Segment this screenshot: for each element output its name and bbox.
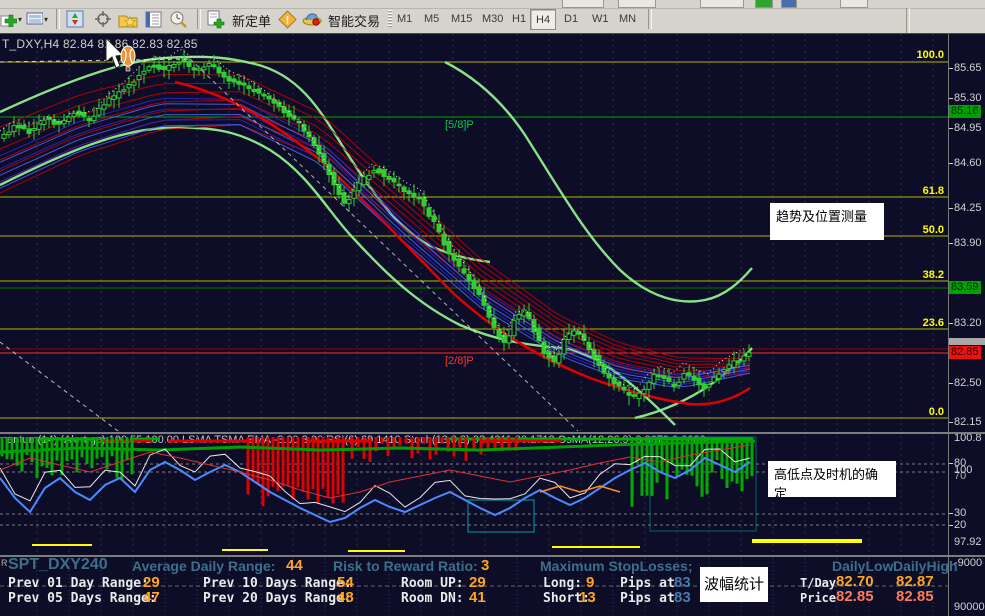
- stats-corner-mark: R: [1, 558, 8, 568]
- tf-mn-button[interactable]: MN: [614, 9, 641, 28]
- new-order-icon[interactable]: [205, 9, 227, 29]
- stats-symbol: SPT_DXY240: [8, 556, 108, 574]
- fib-label-500: 50.0: [896, 224, 944, 236]
- murrey-58-label: [5/8]P: [445, 119, 474, 131]
- level-price-tag-upper: 85.16: [949, 105, 981, 118]
- pips-at-short-label: Pips at: [620, 591, 675, 606]
- toolbar: ▾ ▾ 新定单 ! 智能交易: [0, 0, 985, 34]
- pane-separator[interactable]: [0, 432, 985, 434]
- fib-label-236: 23.6: [896, 317, 944, 329]
- short-value: 13: [579, 589, 596, 606]
- pips-at-long-label: Pips at: [620, 576, 675, 591]
- p20-value: 48: [337, 589, 354, 606]
- crosshair-icon[interactable]: [92, 9, 114, 29]
- new-chart-icon[interactable]: ▾: [0, 9, 22, 29]
- fib-label-382: 38.2: [896, 269, 944, 281]
- expert-advisors-icon[interactable]: [301, 9, 323, 29]
- fib-label-618: 61.8: [896, 185, 944, 197]
- toolbar-separator: [648, 9, 652, 29]
- fib-label-000: 0.0: [896, 406, 944, 418]
- annotation-timing: 高低点及时机的确定: [768, 461, 896, 497]
- clipped-widget: [618, 0, 656, 8]
- axis-tick: 82.50: [954, 377, 982, 389]
- p20-label: Prev 20 Days Range:: [203, 591, 352, 606]
- long-label: Long:: [543, 576, 582, 591]
- tday-label: T/Day: [800, 576, 836, 590]
- tf-m5-button[interactable]: M5: [419, 9, 444, 28]
- tf-w1-button[interactable]: W1: [587, 9, 614, 28]
- price-label: Price: [800, 591, 836, 605]
- p01-label: Prev 01 Day Range:: [8, 576, 149, 591]
- roomup-label: Room UP:: [401, 576, 464, 591]
- murrey-28-label: [2/8]P: [445, 355, 474, 367]
- alerts-icon[interactable]: !: [276, 9, 298, 29]
- maxsl-label: Maximum StopLosses;: [540, 558, 692, 574]
- clipped-widget: [755, 0, 773, 8]
- axis-tick: 85.30: [954, 92, 982, 104]
- dailylow-header: DailyLow: [832, 558, 893, 574]
- mt4-window: ▾ ▾ 新定单 ! 智能交易: [0, 0, 985, 616]
- dailyhigh-header: DailyHigh: [893, 558, 958, 574]
- toolbar-edge: [906, 8, 910, 33]
- tf-h4-button[interactable]: H4: [530, 9, 556, 30]
- auto-scroll-icon[interactable]: [64, 9, 86, 29]
- price-axis[interactable]: 85.65 85.30 84.95 84.60 84.25 83.90 83.2…: [948, 33, 985, 616]
- expert-advisors-button[interactable]: 智能交易: [328, 11, 380, 30]
- pane-separator[interactable]: [0, 555, 985, 557]
- axis-tick: 84.25: [954, 202, 982, 214]
- toolbar-separator: [56, 9, 60, 29]
- favorites-icon[interactable]: [117, 9, 139, 29]
- history-center-icon[interactable]: [167, 9, 189, 29]
- new-order-button[interactable]: 新定单: [232, 11, 271, 30]
- adr-value: 44: [286, 557, 303, 574]
- tf-m1-button[interactable]: M1: [392, 9, 417, 28]
- roomdn-value: 41: [469, 589, 486, 606]
- ind-axis-label: 97.92: [954, 536, 982, 548]
- axis-tick: 84.95: [954, 122, 982, 134]
- axis-tick: 85.65: [954, 62, 982, 74]
- clipped-widget: [781, 0, 797, 8]
- ind-axis-label: 70: [954, 470, 966, 482]
- clipped-widget: [562, 0, 604, 8]
- rr-label: Risk to Reward Ratio:: [333, 558, 478, 574]
- axis-tick: 84.60: [954, 157, 982, 169]
- axis-tick: 83.90: [954, 237, 982, 249]
- clipped-widget: [700, 0, 744, 8]
- market-watch-icon[interactable]: [143, 9, 165, 29]
- axis-tick: 83.20: [954, 317, 982, 329]
- annotation-trend: 趋势及位置测量: [770, 203, 884, 240]
- tf-d1-button[interactable]: D1: [559, 9, 583, 28]
- rr-value: 3: [481, 557, 489, 574]
- p05-label: Prev 05 Days Range:: [8, 591, 157, 606]
- annotation-range: 波幅统计: [700, 567, 768, 602]
- mouse-cursor: [104, 38, 138, 83]
- clipped-widget: [840, 0, 868, 8]
- price-chart[interactable]: [0, 33, 948, 616]
- price-low-value: 82.85: [836, 588, 874, 605]
- tf-m30-button[interactable]: M30: [477, 9, 508, 28]
- level-price-tag-lower: 83.59: [949, 281, 981, 294]
- ask-price-tag: [949, 338, 985, 345]
- roomdn-label: Room DN:: [401, 591, 464, 606]
- p10-label: Prev 10 Days Range:: [203, 576, 352, 591]
- tf-h1-button[interactable]: H1: [507, 9, 531, 28]
- stats-axis-bottom: 90000: [954, 601, 985, 613]
- svg-text:!: !: [285, 14, 289, 26]
- pips-short-value: 83: [674, 589, 691, 606]
- price-high-value: 82.85: [896, 588, 934, 605]
- clipped-upper-toolbar: [0, 0, 985, 9]
- tf-m15-button[interactable]: M15: [446, 9, 477, 28]
- toolbar-separator: [197, 9, 201, 29]
- bid-price-tag: 82.85: [949, 346, 981, 359]
- p05-value: 47: [143, 589, 160, 606]
- axis-tick: 82.15: [954, 416, 982, 428]
- adr-label: Average Daily Range:: [132, 558, 275, 574]
- fib-label-100: 100.0: [896, 49, 944, 61]
- ind-axis-label: 20: [954, 519, 966, 531]
- stats-axis-top: -9000: [954, 557, 982, 569]
- ind-axis-label: 30: [954, 507, 966, 519]
- tile-windows-icon[interactable]: ▾: [26, 9, 48, 29]
